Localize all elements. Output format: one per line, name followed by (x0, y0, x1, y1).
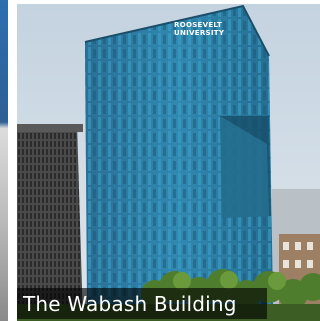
university-sign: ROOSEVELT UNIVERSITY (174, 21, 224, 37)
photo-caption: The Wabash Building (23, 291, 237, 316)
caption-bar: The Wabash Building (17, 288, 267, 319)
sign-line-1: ROOSEVELT (174, 21, 223, 29)
image-frame: ROOSEVELT UNIVERSITY The Wabash Building (0, 0, 320, 321)
photo-illustration (17, 4, 320, 321)
sign-line-2: UNIVERSITY (174, 29, 225, 37)
adjacent-photo-edge (0, 0, 8, 321)
building-photo[interactable]: ROOSEVELT UNIVERSITY The Wabash Building (17, 4, 320, 321)
